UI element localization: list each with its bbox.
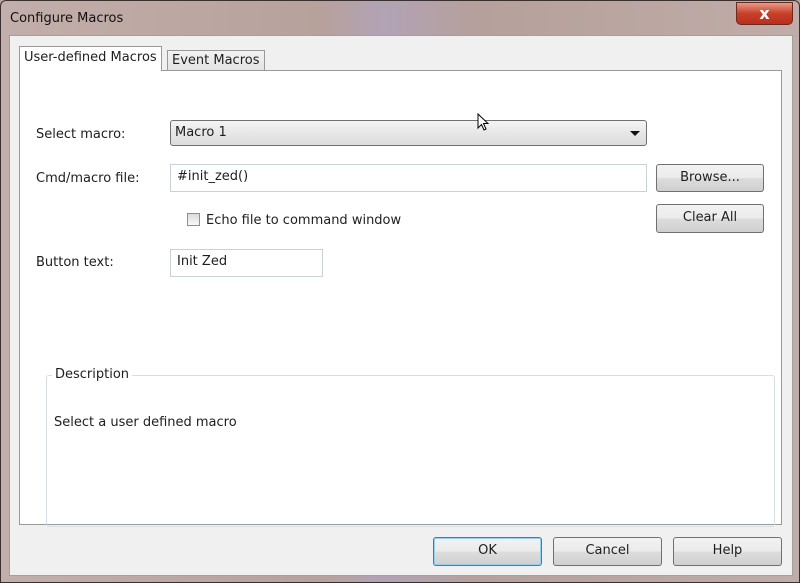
description-group — [46, 375, 775, 527]
help-button[interactable]: Help — [673, 537, 782, 566]
mouse-cursor-icon — [477, 113, 490, 131]
close-button[interactable]: x — [736, 2, 793, 25]
close-icon: x — [759, 4, 770, 23]
button-text-label: Button text: — [36, 255, 114, 270]
echo-checkbox[interactable] — [187, 213, 200, 226]
tab-event-macros[interactable]: Event Macros — [167, 50, 265, 71]
clear-all-button[interactable]: Clear All — [656, 204, 764, 233]
dialog-client-area: User-defined Macros Event Macros Select … — [9, 35, 793, 576]
chevron-down-icon — [630, 131, 640, 136]
select-macro-label: Select macro: — [36, 127, 126, 142]
select-macro-dropdown[interactable]: Macro 1 — [170, 120, 647, 146]
cancel-button[interactable]: Cancel — [553, 537, 662, 566]
tab-panel: Select macro: Macro 1 Cmd/macro file: #i… — [19, 70, 782, 527]
description-title: Description — [52, 367, 133, 382]
cmd-file-label: Cmd/macro file: — [36, 171, 140, 186]
dialog-window: Configure Macros x User-defined Macros E… — [0, 0, 800, 583]
description-text: Select a user defined macro — [54, 415, 237, 430]
select-macro-value: Macro 1 — [175, 125, 227, 140]
ok-button[interactable]: OK — [433, 537, 542, 566]
echo-checkbox-label: Echo file to command window — [206, 213, 402, 228]
tab-user-defined-macros[interactable]: User-defined Macros — [19, 46, 162, 71]
window-title: Configure Macros — [10, 11, 124, 26]
cmd-file-input[interactable]: #init_zed() — [170, 164, 647, 192]
browse-button[interactable]: Browse... — [656, 164, 764, 192]
button-text-input[interactable]: Init Zed — [170, 249, 323, 277]
